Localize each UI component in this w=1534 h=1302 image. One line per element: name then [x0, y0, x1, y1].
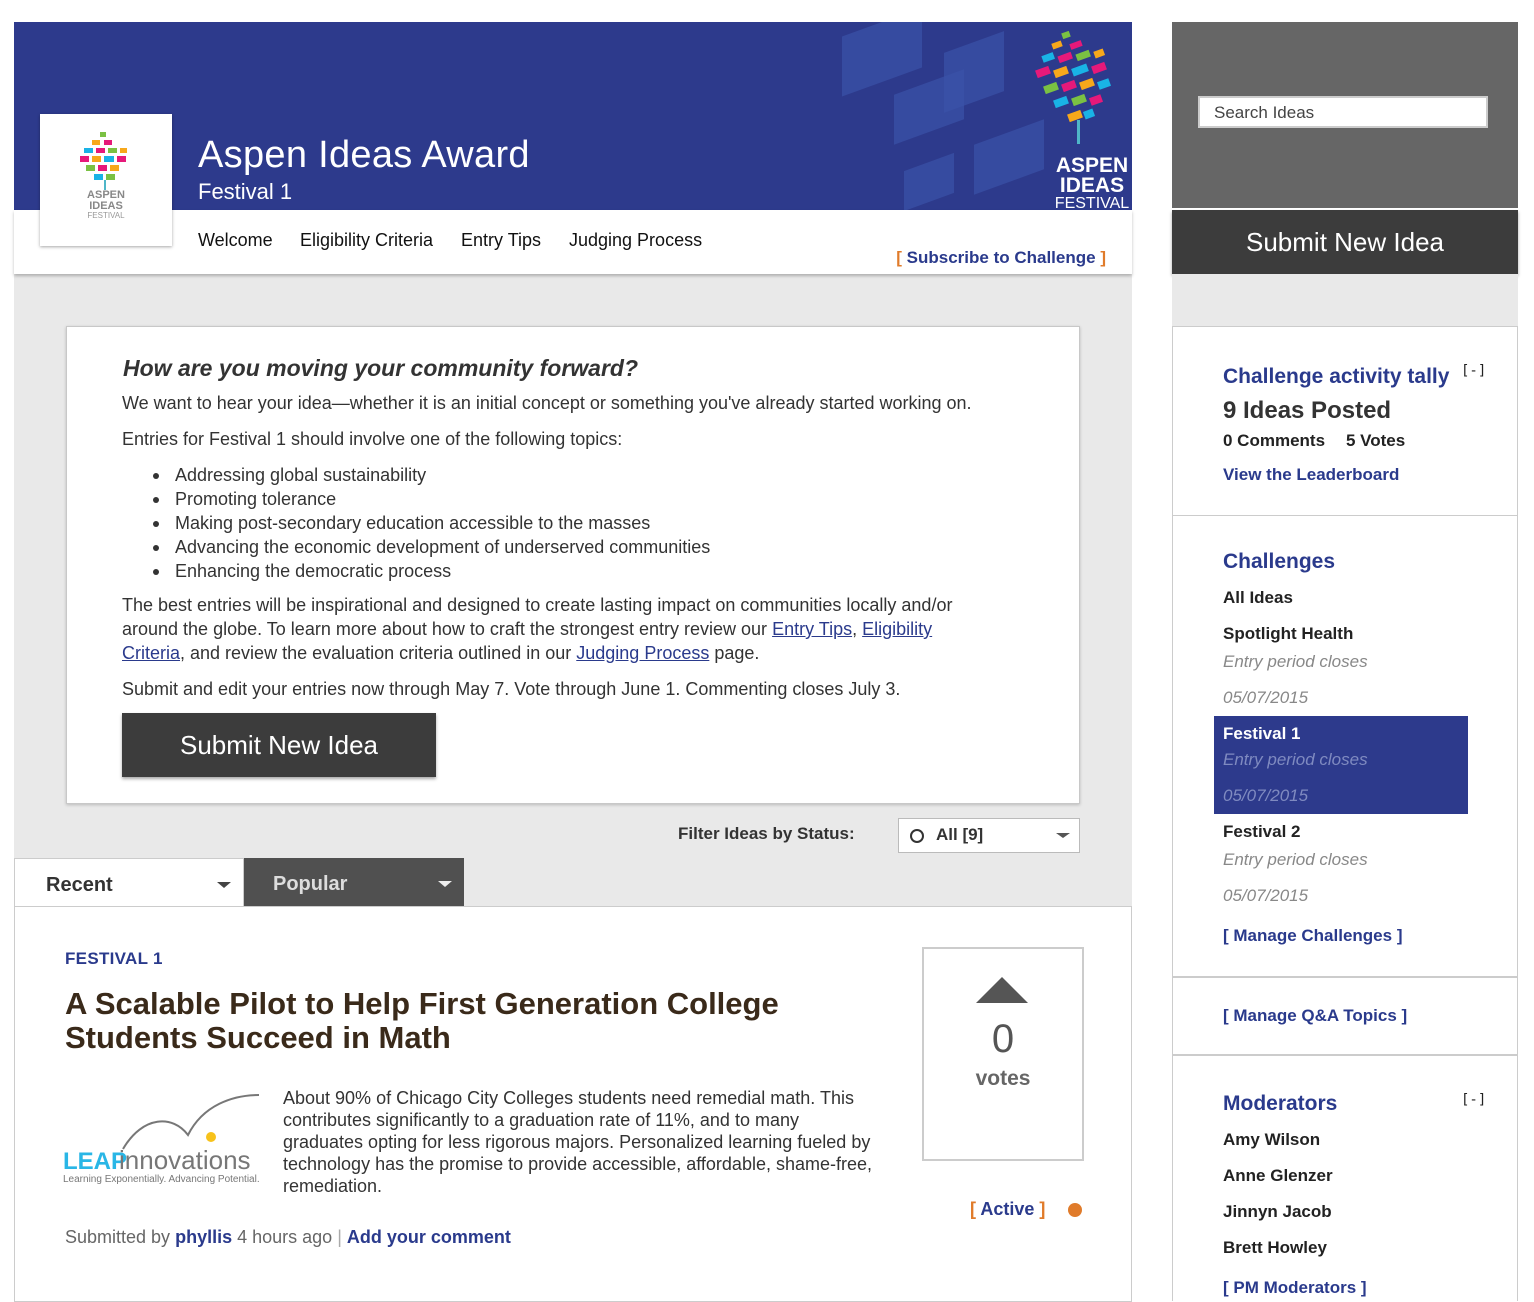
- votes-label: votes: [975, 1067, 1031, 1090]
- status-badge: [ Active ]: [970, 1199, 1046, 1219]
- idea-category[interactable]: FESTIVAL 1: [65, 949, 163, 969]
- moderators-panel: Moderators [-] Amy Wilson Anne Glenzer J…: [1172, 1055, 1518, 1301]
- tally-heading: Challenge activity tally: [1223, 365, 1450, 388]
- svg-text:FESTIVAL: FESTIVAL: [87, 211, 125, 220]
- idea-card: FESTIVAL 1 A Scalable Pilot to Help Firs…: [14, 906, 1132, 1302]
- search-input[interactable]: Search Ideas: [1198, 96, 1488, 128]
- main-column: ASPEN IDEAS FESTIVAL Aspen Ideas Award F…: [14, 22, 1132, 1302]
- topic-item: Advancing the economic development of un…: [152, 537, 711, 557]
- ideas-posted-count: 9 Ideas Posted: [1223, 397, 1392, 424]
- challenges-heading: Challenges: [1223, 550, 1336, 573]
- challenges-panel: Challenges All Ideas Spotlight Health En…: [1172, 515, 1518, 977]
- challenge-closes-label: Entry period closes: [1223, 652, 1368, 671]
- topic-item: Enhancing the democratic process: [152, 561, 452, 581]
- submit-new-idea-button[interactable]: Submit New Idea: [122, 713, 436, 777]
- chevron-down-icon: [438, 881, 452, 887]
- intro-paragraph-1: We want to hear your idea—whether it is …: [122, 393, 972, 413]
- svg-text:innovations: innovations: [119, 1145, 251, 1175]
- entry-tips-link[interactable]: Entry Tips: [772, 619, 852, 639]
- upvote-arrow-icon[interactable]: [976, 977, 1028, 1003]
- view-leaderboard-link[interactable]: View the Leaderboard: [1223, 465, 1399, 485]
- tab-recent-label: Recent: [46, 874, 113, 896]
- status-circle-icon: [910, 829, 924, 843]
- challenge-title: Aspen Ideas Award: [198, 134, 530, 176]
- moderator-name[interactable]: Brett Howley: [1223, 1238, 1327, 1258]
- idea-thumbnail: LEAP innovations Learning Exponentially.…: [63, 1085, 269, 1185]
- intro-paragraph-3: The best entries will be inspirational a…: [122, 595, 953, 663]
- qa-panel: [ Manage Q&A Topics ]: [1172, 977, 1518, 1055]
- tab-popular-label: Popular: [273, 873, 348, 895]
- manage-challenges-link[interactable]: [ Manage Challenges ]: [1223, 926, 1402, 946]
- leap-innovations-logo-icon: LEAP innovations Learning Exponentially.…: [63, 1094, 260, 1185]
- challenge-festival-1: Festival 1: [1223, 724, 1301, 743]
- add-comment-link[interactable]: Add your comment: [347, 1227, 511, 1247]
- challenge-closes-date: 05/07/2015: [1223, 786, 1309, 805]
- comments-count: 0 Comments: [1223, 431, 1326, 450]
- tab-recent[interactable]: Recent: [14, 858, 244, 909]
- nav-eligibility-criteria[interactable]: Eligibility Criteria: [300, 230, 433, 251]
- eligibility-link[interactable]: Eligibility: [862, 619, 932, 639]
- challenge-all-ideas[interactable]: All Ideas: [1223, 588, 1293, 608]
- chevron-down-icon: [1056, 833, 1070, 838]
- vote-count: 0: [991, 1017, 1015, 1061]
- tab-popular[interactable]: Popular: [244, 858, 464, 908]
- eligibility-criteria-link[interactable]: Criteria: [122, 643, 180, 663]
- nav-entry-tips[interactable]: Entry Tips: [461, 230, 541, 251]
- moderators-heading: Moderators: [1223, 1092, 1338, 1115]
- topic-item: Making post-secondary education accessib…: [152, 513, 651, 533]
- challenge-closes-label: Entry period closes: [1223, 750, 1368, 769]
- pm-moderators-link[interactable]: [ PM Moderators ]: [1223, 1278, 1367, 1298]
- svg-text:FESTIVAL: FESTIVAL: [1055, 195, 1129, 208]
- author-link[interactable]: phyllis: [175, 1227, 232, 1247]
- moderator-name[interactable]: Anne Glenzer: [1223, 1166, 1333, 1186]
- active-status-dot-icon: [1068, 1203, 1082, 1217]
- challenge-banner: ASPEN IDEAS FESTIVAL: [14, 22, 1132, 210]
- chevron-down-icon: [217, 882, 231, 888]
- sidebar-submit-new-idea-button[interactable]: Submit New Idea: [1172, 210, 1518, 274]
- moderator-name[interactable]: Jinnyn Jacob: [1223, 1202, 1332, 1222]
- status-filter-select[interactable]: All [9]: [898, 818, 1080, 853]
- judging-process-link[interactable]: Judging Process: [576, 643, 709, 663]
- intro-question: How are you moving your community forwar…: [123, 355, 639, 381]
- topic-item: Addressing global sustainability: [152, 465, 427, 485]
- vote-box: 0 votes: [922, 947, 1084, 1161]
- intro-paragraph-4: Submit and edit your entries now through…: [122, 679, 901, 699]
- filter-selected-value: All [9]: [936, 825, 984, 844]
- challenge-subtitle: Festival 1: [198, 179, 293, 204]
- nav-welcome[interactable]: Welcome: [198, 230, 273, 251]
- subscribe-to-challenge-link[interactable]: [ Subscribe to Challenge ]: [896, 248, 1106, 268]
- idea-description: About 90% of Chicago City Colleges stude…: [283, 1088, 872, 1196]
- nav-judging-process[interactable]: Judging Process: [569, 230, 702, 251]
- votes-count: 5 Votes: [1346, 431, 1406, 450]
- filter-label: Filter Ideas by Status:: [678, 824, 855, 843]
- activity-tally-panel: Challenge activity tally [-] 9 Ideas Pos…: [1172, 326, 1518, 516]
- challenge-closes-date: 05/07/2015: [1223, 688, 1309, 707]
- intro-paragraph-2: Entries for Festival 1 should involve on…: [122, 429, 623, 449]
- challenge-logo: ASPEN IDEAS FESTIVAL: [40, 114, 172, 246]
- topic-item: Promoting tolerance: [152, 489, 337, 509]
- challenge-closes-label: Entry period closes: [1223, 850, 1368, 869]
- svg-text:LEAP: LEAP: [63, 1148, 127, 1175]
- svg-text:IDEAS: IDEAS: [1060, 174, 1124, 197]
- challenge-spotlight-health[interactable]: Spotlight Health: [1223, 624, 1353, 644]
- idea-meta: Submitted by phyllis 4 hours ago | Add y…: [65, 1227, 511, 1247]
- manage-qa-topics-link[interactable]: [ Manage Q&A Topics ]: [1223, 1006, 1407, 1026]
- aspen-festival-logo-icon: ASPEN IDEAS FESTIVAL: [1035, 30, 1129, 208]
- challenge-closes-date: 05/07/2015: [1223, 886, 1309, 905]
- aspen-ideas-logo-icon: ASPEN IDEAS FESTIVAL: [80, 132, 127, 220]
- moderator-name[interactable]: Amy Wilson: [1223, 1130, 1320, 1150]
- idea-title[interactable]: A Scalable Pilot to Help First Generatio…: [65, 987, 865, 1055]
- tally-collapse-toggle[interactable]: [-]: [1461, 363, 1486, 379]
- challenge-festival-1-selected[interactable]: Festival 1 Entry period closes 05/07/201…: [1214, 716, 1468, 814]
- challenge-intro: How are you moving your community forwar…: [66, 326, 1080, 804]
- moderators-collapse-toggle[interactable]: [-]: [1461, 1092, 1486, 1108]
- challenge-nav: Welcome Eligibility Criteria Entry Tips …: [14, 210, 1132, 274]
- challenge-festival-2[interactable]: Festival 2: [1223, 822, 1301, 842]
- svg-text:Learning Exponentially. Advanc: Learning Exponentially. Advancing Potent…: [63, 1174, 260, 1185]
